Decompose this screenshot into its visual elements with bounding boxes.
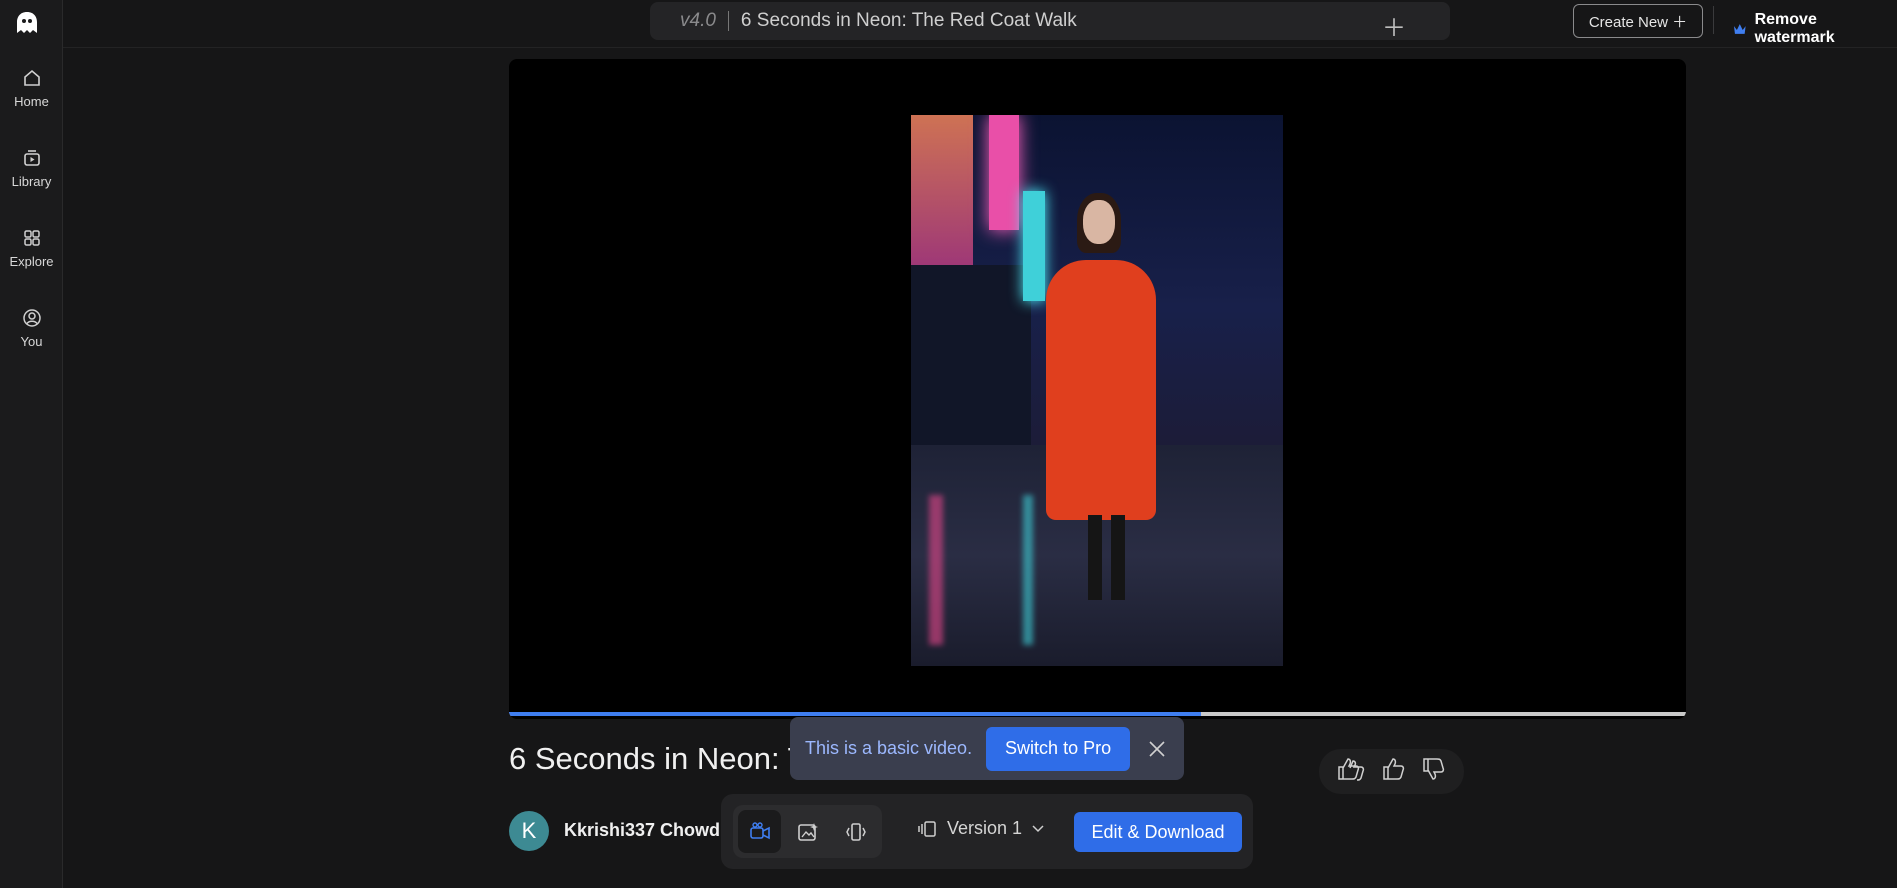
ghost-logo-icon[interactable]	[14, 10, 40, 36]
vibrate-icon	[845, 822, 866, 841]
mode-switcher	[733, 805, 882, 858]
toast-message: This is a basic video.	[805, 738, 973, 758]
switch-to-pro-button[interactable]: Switch to Pro	[986, 726, 1131, 771]
close-icon[interactable]	[1148, 740, 1166, 758]
red-coat	[1046, 260, 1156, 520]
video-title: 6 Seconds in Neon: T	[509, 741, 807, 776]
neon-sign	[911, 115, 973, 265]
user-circle-icon	[22, 309, 41, 327]
library-icon	[23, 150, 40, 166]
image-edit-mode-button[interactable]	[786, 810, 829, 853]
crown-icon	[1733, 24, 1746, 34]
version-selector[interactable]: Version 1	[917, 818, 1044, 839]
sidebar-item-home[interactable]: Home	[0, 68, 63, 109]
video-frame	[911, 115, 1283, 666]
sidebar-item-you[interactable]: You	[0, 308, 63, 349]
sidebar-item-library[interactable]: Library	[0, 148, 63, 189]
chevron-down-icon	[1032, 824, 1044, 832]
basic-video-toast: This is a basic video. Switch to Pro	[790, 717, 1184, 780]
sidebar: Home Library Explore You	[0, 0, 63, 888]
figure-leg	[1088, 515, 1102, 600]
thumbs-down-icon[interactable]	[1421, 757, 1447, 786]
project-title[interactable]: 6 Seconds in Neon: The Red Coat Walk	[741, 10, 1077, 32]
bottom-toolbar: Version 1 Edit & Download	[721, 794, 1253, 869]
remove-watermark-label: Remove watermark	[1754, 11, 1835, 46]
sidebar-item-label: Library	[11, 174, 52, 189]
image-sparkle-icon	[797, 822, 818, 841]
video-camera-icon	[749, 821, 770, 839]
add-icon[interactable]: ＋	[1382, 8, 1406, 43]
home-icon	[23, 69, 40, 86]
title-bar[interactable]: v4.0 6 Seconds in Neon: The Red Coat Wal…	[650, 2, 1450, 43]
remove-watermark-button[interactable]: Remove watermark	[1733, 11, 1897, 47]
version-tag: v4.0	[680, 10, 716, 31]
reflection	[929, 495, 943, 645]
figure-leg	[1111, 515, 1125, 600]
divider	[727, 11, 729, 31]
versions-icon	[918, 820, 936, 837]
sidebar-item-label: Explore	[9, 254, 54, 269]
version-label: Version 1	[947, 818, 1023, 838]
neon-sign	[989, 115, 1019, 230]
figure-head	[1083, 200, 1115, 244]
edit-download-button[interactable]: Edit & Download	[1074, 812, 1242, 852]
reaction-bar	[1319, 749, 1464, 794]
author-name[interactable]: Kkrishi337 Chowdha	[564, 820, 724, 841]
neon-sign	[1023, 191, 1045, 301]
vibrate-mode-button[interactable]	[834, 810, 877, 853]
video-mode-button[interactable]	[738, 810, 781, 853]
top-bar: v4.0 6 Seconds in Neon: The Red Coat Wal…	[63, 0, 1897, 48]
sidebar-item-label: Home	[14, 94, 49, 109]
author-avatar[interactable]: K	[509, 811, 549, 851]
video-player[interactable]	[509, 59, 1686, 719]
grid-icon	[23, 230, 40, 246]
divider	[1713, 6, 1714, 34]
thumbs-up-icon[interactable]	[1381, 757, 1407, 786]
sidebar-item-label: You	[20, 334, 43, 349]
sidebar-item-explore[interactable]: Explore	[0, 228, 63, 269]
super-like-icon[interactable]	[1336, 756, 1368, 787]
progress-bar[interactable]	[509, 712, 1202, 716]
reflection	[1023, 495, 1033, 645]
create-new-button[interactable]: Create New ＋	[1573, 4, 1703, 38]
